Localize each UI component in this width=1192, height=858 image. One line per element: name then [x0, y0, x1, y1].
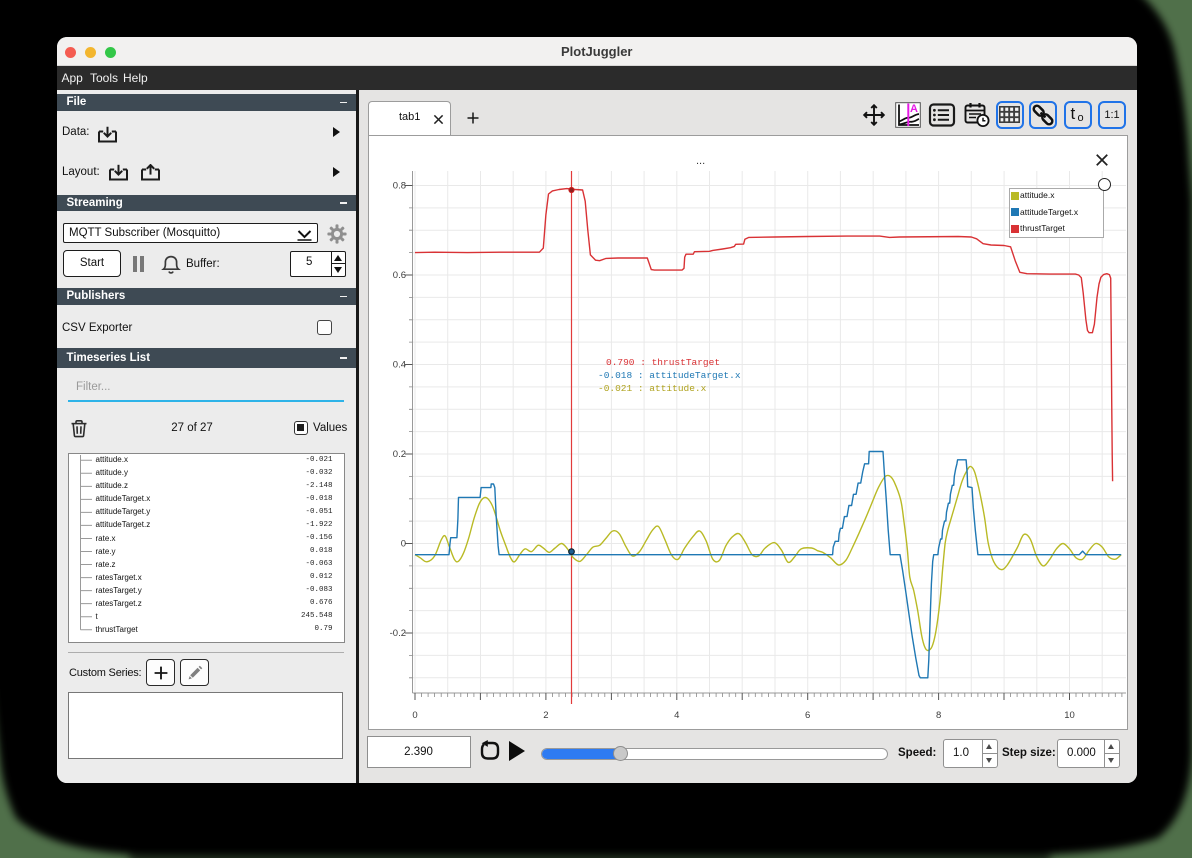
svg-text:0.4: 0.4 [393, 360, 406, 371]
svg-text:2: 2 [543, 710, 548, 721]
svg-text:-0.021 : attitude.x: -0.021 : attitude.x [598, 383, 707, 394]
svg-text:8: 8 [936, 710, 941, 721]
svg-text:4: 4 [674, 710, 679, 721]
svg-text:0.8: 0.8 [393, 181, 406, 192]
svg-text:A: A [910, 103, 918, 115]
svg-text:6: 6 [805, 710, 810, 721]
svg-text:0.2: 0.2 [393, 449, 406, 460]
svg-text:0: 0 [412, 710, 417, 721]
svg-text:0.790 : thrustTarget: 0.790 : thrustTarget [606, 357, 720, 368]
svg-text:10: 10 [1064, 710, 1075, 721]
svg-text:-0.018 : attitudeTarget.x: -0.018 : attitudeTarget.x [598, 370, 741, 381]
svg-text:-0.2: -0.2 [390, 628, 406, 639]
svg-text:0.6: 0.6 [393, 270, 406, 281]
svg-text:0: 0 [401, 539, 406, 550]
